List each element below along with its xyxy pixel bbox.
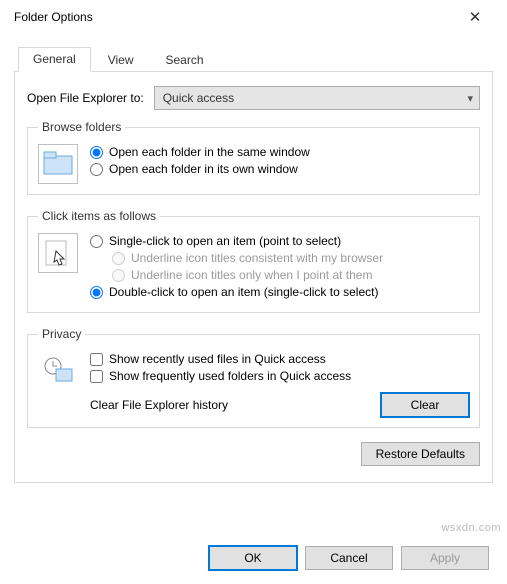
- check-recent-files-label: Show recently used files in Quick access: [109, 352, 326, 366]
- check-frequent-folders-row[interactable]: Show frequently used folders in Quick ac…: [90, 369, 469, 383]
- cancel-button[interactable]: Cancel: [305, 546, 393, 570]
- open-explorer-label: Open File Explorer to:: [27, 91, 144, 105]
- radio-underline-point-row: Underline icon titles only when I point …: [112, 268, 383, 282]
- radio-underline-browser: [112, 252, 125, 265]
- clear-button[interactable]: Clear: [381, 393, 469, 417]
- dialog-footer: OK Cancel Apply: [209, 546, 489, 570]
- radio-own-window-row[interactable]: Open each folder in its own window: [90, 162, 310, 176]
- open-explorer-value: Quick access: [163, 91, 234, 105]
- apply-button[interactable]: Apply: [401, 546, 489, 570]
- tab-search[interactable]: Search: [151, 48, 219, 72]
- radio-underline-point-label: Underline icon titles only when I point …: [131, 268, 372, 282]
- radio-underline-browser-label: Underline icon titles consistent with my…: [131, 251, 383, 265]
- radio-single-click-label: Single-click to open an item (point to s…: [109, 234, 341, 248]
- check-recent-files-row[interactable]: Show recently used files in Quick access: [90, 352, 469, 366]
- radio-same-window[interactable]: [90, 146, 103, 159]
- check-frequent-folders[interactable]: [90, 370, 103, 383]
- check-frequent-folders-label: Show frequently used folders in Quick ac…: [109, 369, 351, 383]
- radio-own-window[interactable]: [90, 163, 103, 176]
- titlebar: Folder Options ✕: [0, 0, 507, 32]
- ok-button[interactable]: OK: [209, 546, 297, 570]
- window-title: Folder Options: [14, 10, 93, 24]
- restore-defaults-button[interactable]: Restore Defaults: [361, 442, 480, 466]
- open-explorer-combo[interactable]: Quick access ▾: [154, 86, 480, 110]
- radio-single-click-row[interactable]: Single-click to open an item (point to s…: [90, 234, 383, 248]
- radio-double-click[interactable]: [90, 286, 103, 299]
- folder-icon: [38, 144, 78, 184]
- close-icon: ✕: [469, 8, 482, 26]
- click-items-group: Click items as follows Single-click to o…: [27, 209, 480, 313]
- watermark: wsxdn.com: [441, 522, 501, 534]
- radio-own-window-label: Open each folder in its own window: [109, 162, 298, 176]
- radio-same-window-row[interactable]: Open each folder in the same window: [90, 145, 310, 159]
- history-icon: [38, 351, 78, 391]
- cursor-icon: [38, 233, 78, 273]
- tab-view[interactable]: View: [93, 48, 149, 72]
- radio-single-click[interactable]: [90, 235, 103, 248]
- clear-history-label: Clear File Explorer history: [90, 398, 228, 412]
- open-explorer-row: Open File Explorer to: Quick access ▾: [27, 86, 480, 110]
- check-recent-files[interactable]: [90, 353, 103, 366]
- click-items-legend: Click items as follows: [38, 209, 160, 223]
- close-button[interactable]: ✕: [455, 3, 495, 31]
- chevron-down-icon: ▾: [467, 92, 473, 105]
- privacy-legend: Privacy: [38, 327, 85, 341]
- browse-folders-legend: Browse folders: [38, 120, 125, 134]
- privacy-group: Privacy Show recently used files in Quic…: [27, 327, 480, 428]
- radio-underline-browser-row: Underline icon titles consistent with my…: [112, 251, 383, 265]
- tab-general[interactable]: General: [18, 47, 91, 72]
- radio-same-window-label: Open each folder in the same window: [109, 145, 310, 159]
- radio-underline-point: [112, 269, 125, 282]
- radio-double-click-label: Double-click to open an item (single-cli…: [109, 285, 378, 299]
- browse-folders-group: Browse folders Open each folder in the s…: [27, 120, 480, 195]
- tab-panel-general: Open File Explorer to: Quick access ▾ Br…: [14, 71, 493, 483]
- radio-double-click-row[interactable]: Double-click to open an item (single-cli…: [90, 285, 383, 299]
- tab-row: General View Search: [0, 32, 507, 71]
